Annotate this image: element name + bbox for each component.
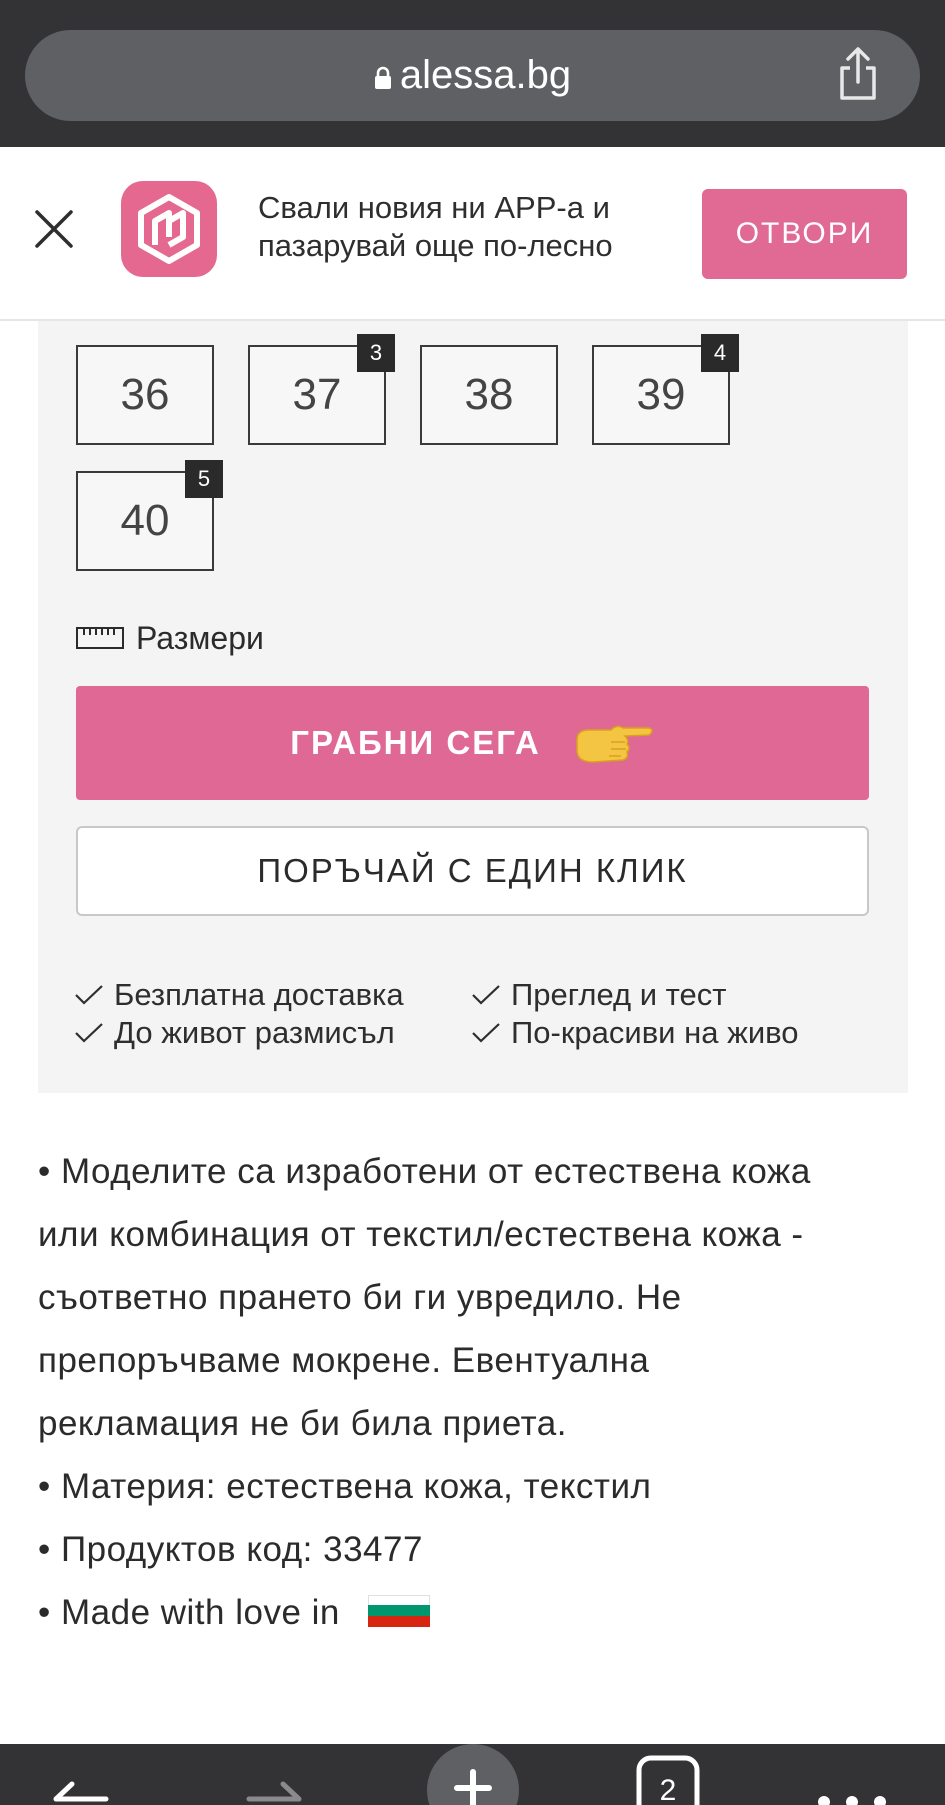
svg-text:2: 2 bbox=[660, 1774, 677, 1805]
description-line: съответно прането би ги увредило. Не bbox=[38, 1278, 682, 1317]
size-label: 40 bbox=[120, 496, 170, 545]
benefit-item: До живот размисъл bbox=[74, 1014, 395, 1052]
address-bar[interactable]: alessa.bg bbox=[25, 30, 920, 121]
close-icon[interactable] bbox=[34, 209, 74, 249]
description-line: • Моделите са изработени от естествена к… bbox=[38, 1152, 811, 1191]
description-line: рекламация не би била приета. bbox=[38, 1404, 567, 1443]
size-label: 36 bbox=[120, 370, 170, 419]
open-app-button[interactable]: ОТВОРИ bbox=[702, 189, 907, 279]
url-text: alessa.bg bbox=[399, 53, 572, 97]
grab-now-label: ГРАБНИ СЕГА bbox=[290, 724, 541, 761]
alessa-logo-icon bbox=[138, 194, 200, 264]
benefit-text: По-красиви на живо bbox=[511, 1015, 799, 1050]
benefit-text: Безплатна доставка bbox=[114, 977, 404, 1012]
banner-line-2: пазарувай още по-лесно bbox=[258, 228, 613, 263]
stock-badge: 5 bbox=[185, 460, 223, 498]
check-icon bbox=[75, 1023, 103, 1043]
size-guide-link[interactable]: Размери bbox=[76, 618, 264, 658]
made-in-line: • Made with love in bbox=[38, 1581, 918, 1644]
grab-now-button[interactable]: ГРАБНИ СЕГА bbox=[76, 686, 869, 800]
check-icon bbox=[75, 985, 103, 1005]
app-install-banner: Свали новия ни APP-а и пазарувай още по-… bbox=[0, 147, 945, 321]
banner-line-1: Свали новия ни APP-а и bbox=[258, 190, 610, 225]
product-code-line: • Продуктов код: 33477 bbox=[38, 1530, 423, 1569]
app-logo bbox=[121, 181, 217, 277]
description-line: или комбинация от текстил/естествена кож… bbox=[38, 1215, 804, 1254]
stock-badge: 3 bbox=[357, 334, 395, 372]
benefit-item: По-красиви на живо bbox=[471, 1014, 799, 1052]
more-menu-icon[interactable] bbox=[812, 1784, 892, 1805]
back-arrow-icon[interactable] bbox=[50, 1774, 110, 1805]
benefit-text: Преглед и тест bbox=[511, 977, 727, 1012]
stock-badge: 4 bbox=[701, 334, 739, 372]
one-click-order-button[interactable]: ПОРЪЧАЙ С ЕДИН КЛИК bbox=[76, 826, 869, 916]
size-option-38[interactable]: 38 bbox=[420, 345, 558, 445]
made-in-text: • Made with love in bbox=[38, 1593, 340, 1632]
lock-icon bbox=[374, 66, 391, 89]
forward-arrow-icon[interactable] bbox=[245, 1774, 305, 1805]
check-icon bbox=[472, 1023, 500, 1043]
pointing-hand-icon bbox=[575, 725, 653, 763]
bulgaria-flag-icon bbox=[368, 1594, 431, 1627]
product-description: • Моделите са изработени от естествена к… bbox=[38, 1140, 918, 1644]
banner-message: Свали новия ни APP-а и пазарувай още по-… bbox=[258, 189, 668, 265]
description-line: препоръчваме мокрене. Евентуална bbox=[38, 1341, 650, 1380]
size-label: 38 bbox=[464, 370, 514, 419]
benefit-text: До живот размисъл bbox=[114, 1015, 395, 1050]
new-tab-icon[interactable] bbox=[427, 1744, 519, 1805]
tabs-count-icon[interactable]: 2 bbox=[636, 1744, 700, 1805]
share-icon[interactable] bbox=[828, 44, 888, 104]
size-guide-label: Размери bbox=[136, 619, 264, 656]
url-display[interactable]: alessa.bg bbox=[25, 30, 920, 121]
material-line: • Материя: естествена кожа, текстил bbox=[38, 1467, 652, 1506]
check-icon bbox=[472, 985, 500, 1005]
browser-top-bar: alessa.bg bbox=[0, 0, 945, 147]
benefit-item: Безплатна доставка bbox=[74, 976, 404, 1014]
size-option-36[interactable]: 36 bbox=[76, 345, 214, 445]
benefit-item: Преглед и тест bbox=[471, 976, 726, 1014]
size-label: 39 bbox=[636, 370, 686, 419]
ruler-icon bbox=[76, 627, 124, 649]
browser-bottom-toolbar: 2 bbox=[0, 1744, 945, 1805]
size-label: 37 bbox=[292, 370, 342, 419]
